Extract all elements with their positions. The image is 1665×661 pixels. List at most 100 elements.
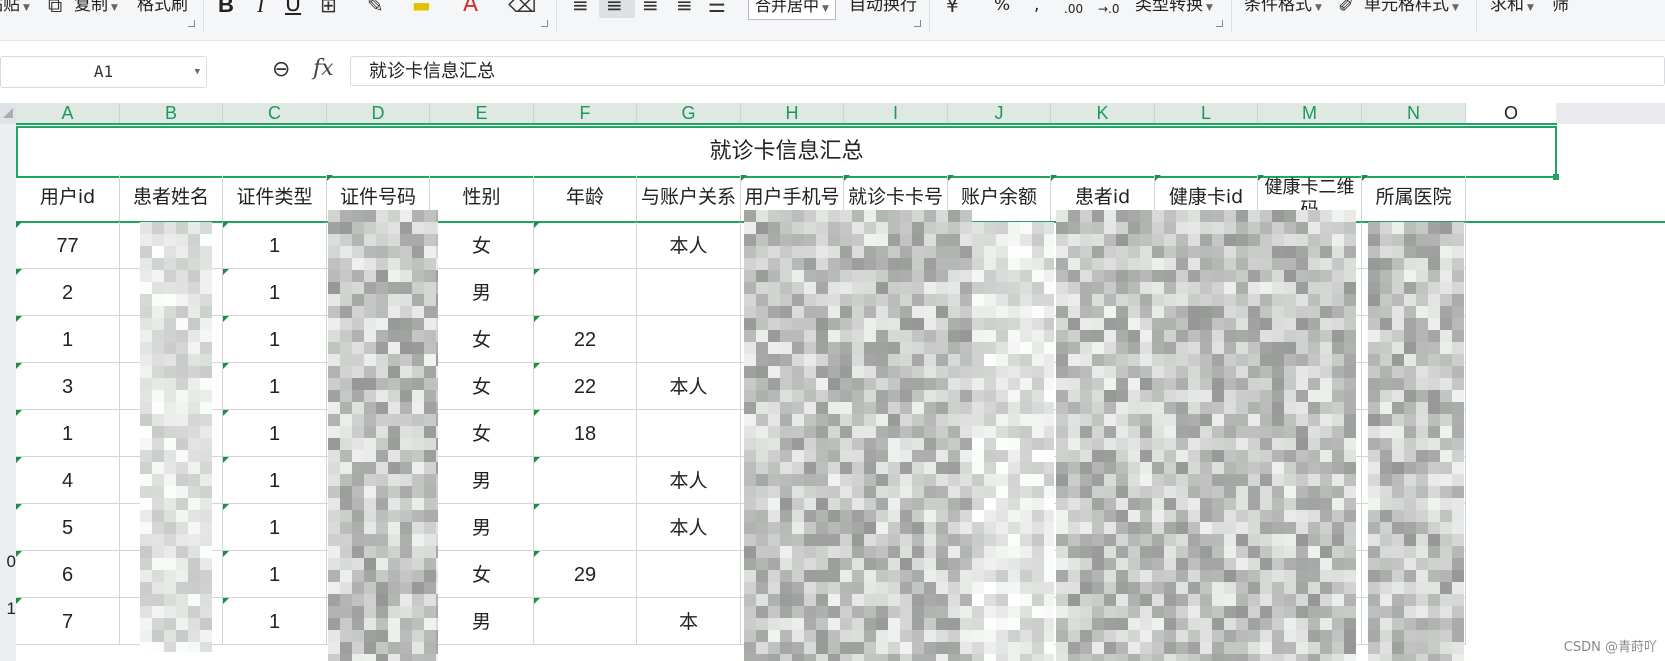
type-convert-button[interactable]: 类型转换 ▼ [1135, 0, 1213, 16]
column-header-n[interactable]: N [1362, 103, 1466, 124]
underline-button[interactable]: U [285, 0, 301, 16]
table-cell[interactable]: 7 [16, 598, 120, 645]
table-cell[interactable] [534, 598, 637, 645]
table-cell[interactable]: 2 [16, 269, 120, 316]
format-painter-button[interactable]: 格式刷 [137, 0, 188, 16]
cell-style-button[interactable]: 单元格样式 ▼ [1364, 0, 1459, 16]
table-cell[interactable]: 男 [430, 269, 534, 316]
column-header-a[interactable]: A [16, 103, 120, 124]
column-title-cell[interactable]: 患者姓名 [120, 175, 223, 222]
column-header-m[interactable]: M [1258, 103, 1362, 124]
table-cell[interactable]: 1 [223, 410, 327, 457]
percent-button[interactable]: % [994, 0, 1010, 16]
column-title-cell[interactable]: 年龄 [534, 175, 637, 222]
highlight-icon[interactable]: ▬ [412, 0, 431, 16]
auto-wrap-button[interactable]: 自动换行 [849, 0, 917, 16]
table-cell[interactable] [534, 504, 637, 551]
merged-title-cell[interactable]: 就诊卡信息汇总 [16, 126, 1557, 178]
column-header-l[interactable]: L [1155, 103, 1258, 124]
table-cell[interactable]: 女 [430, 410, 534, 457]
column-header-d[interactable]: D [327, 103, 430, 124]
column-header-b[interactable]: B [120, 103, 223, 124]
justify-icon[interactable]: ≡ [676, 0, 693, 16]
decrease-decimal-button[interactable]: →.0 [1098, 0, 1120, 20]
table-cell[interactable]: 1 [223, 504, 327, 551]
border-icon[interactable]: ⊞ [320, 0, 337, 16]
zoom-search-icon[interactable]: ⊖ [272, 57, 290, 82]
table-cell[interactable]: 女 [430, 222, 534, 269]
clear-format-icon[interactable]: ⌫ [508, 0, 536, 16]
table-cell[interactable]: 1 [223, 269, 327, 316]
table-cell[interactable] [637, 551, 741, 598]
distributed-icon[interactable]: ☰ [708, 0, 726, 16]
number-format-icon[interactable]: ¥ [946, 0, 959, 16]
table-cell[interactable]: 18 [534, 410, 637, 457]
select-all-corner[interactable] [0, 103, 16, 124]
table-cell[interactable]: 男 [430, 598, 534, 645]
filter-button[interactable]: 筛 [1552, 0, 1569, 16]
table-cell[interactable]: 29 [534, 551, 637, 598]
table-cell[interactable]: 6 [16, 551, 120, 598]
row-number[interactable]: 1 [0, 599, 16, 619]
conditional-format-button[interactable]: 条件格式 ▼ [1244, 0, 1322, 16]
table-cell[interactable]: 1 [223, 222, 327, 269]
table-cell[interactable] [637, 269, 741, 316]
table-cell[interactable]: 本人 [637, 457, 741, 504]
table-cell[interactable]: 本 [637, 598, 741, 645]
table-cell[interactable]: 女 [430, 551, 534, 598]
row-number[interactable]: 0 [0, 552, 16, 572]
column-header-f[interactable]: F [534, 103, 637, 124]
table-cell[interactable] [637, 316, 741, 363]
function-icon[interactable]: fx [313, 56, 334, 81]
column-title-cell[interactable]: 性别 [430, 175, 534, 222]
table-cell[interactable]: 1 [223, 598, 327, 645]
align-right-icon[interactable]: ≡ [642, 0, 659, 16]
table-cell[interactable]: 女 [430, 363, 534, 410]
column-header-g[interactable]: G [637, 103, 741, 124]
chevron-down-icon[interactable]: ▼ [195, 57, 200, 87]
clipboard-group-launcher[interactable] [188, 20, 195, 27]
formula-input[interactable]: 就诊卡信息汇总 [350, 56, 1665, 86]
column-header-i[interactable]: I [844, 103, 948, 124]
table-cell[interactable]: 女 [430, 316, 534, 363]
align-center-icon[interactable]: ≡ [606, 0, 623, 16]
align-left-icon[interactable]: ≡ [572, 0, 589, 16]
column-title-cell[interactable]: 所属医院 [1362, 175, 1466, 222]
table-cell[interactable]: 本人 [637, 363, 741, 410]
sum-button[interactable]: 求和 ▼ [1490, 0, 1534, 16]
table-cell[interactable]: 1 [16, 410, 120, 457]
italic-button[interactable]: I [257, 0, 264, 16]
thousands-separator-button[interactable]: , [1034, 0, 1039, 16]
merge-center-button[interactable]: 合并居中 ▼ [748, 0, 836, 20]
table-cell[interactable]: 1 [223, 551, 327, 598]
increase-decimal-button[interactable]: .00 [1064, 0, 1083, 20]
table-cell[interactable]: 男 [430, 457, 534, 504]
column-header-j[interactable]: J [948, 103, 1051, 124]
font-group-launcher[interactable] [541, 20, 548, 27]
paste-button[interactable]: 粘贴▼ [0, 0, 30, 16]
table-cell[interactable]: 1 [16, 316, 120, 363]
bold-button[interactable]: B [218, 0, 234, 16]
fill-handle[interactable] [1553, 174, 1559, 180]
table-cell[interactable]: 1 [223, 363, 327, 410]
column-header-o[interactable]: O [1466, 103, 1556, 124]
number-group-launcher[interactable] [1216, 20, 1223, 27]
table-cell[interactable]: 1 [223, 316, 327, 363]
table-cell[interactable]: 本人 [637, 222, 741, 269]
table-cell[interactable]: 4 [16, 457, 120, 504]
column-header-e[interactable]: E [430, 103, 534, 124]
column-header-k[interactable]: K [1051, 103, 1155, 124]
column-title-cell[interactable]: 证件类型 [223, 175, 327, 222]
table-cell[interactable]: 5 [16, 504, 120, 551]
table-cell[interactable]: 22 [534, 316, 637, 363]
column-header-h[interactable]: H [741, 103, 844, 124]
name-box[interactable]: A1 ▼ [0, 56, 207, 88]
table-cell[interactable] [637, 410, 741, 457]
copy-button[interactable]: 复制 ▼ [74, 0, 118, 16]
fill-color-icon[interactable]: ✎ [367, 0, 384, 16]
table-cell[interactable]: 本人 [637, 504, 741, 551]
column-header-c[interactable]: C [223, 103, 327, 124]
align-group-launcher[interactable] [914, 20, 921, 27]
table-cell[interactable]: 3 [16, 363, 120, 410]
table-cell[interactable]: 22 [534, 363, 637, 410]
